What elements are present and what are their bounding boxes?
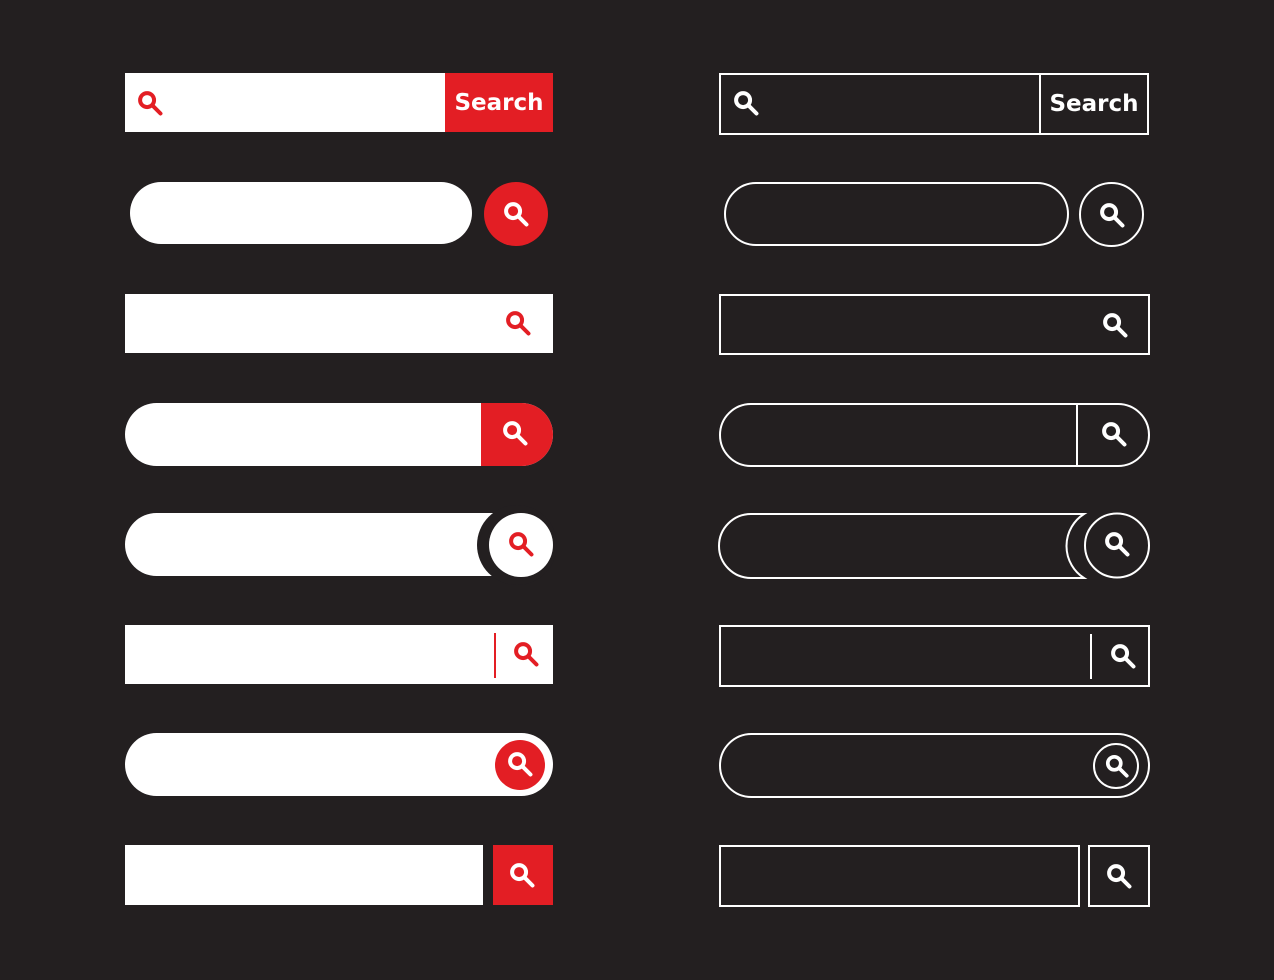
text-cursor-divider (494, 633, 496, 678)
search-input[interactable] (765, 75, 1035, 133)
search-button[interactable]: Search (1041, 75, 1147, 133)
search-bar-outline-6 (719, 625, 1150, 687)
search-bar-outline-4 (719, 403, 1150, 467)
search-bar-filled-7 (125, 733, 553, 796)
search-icon (136, 89, 164, 117)
search-input[interactable] (145, 733, 485, 796)
search-input[interactable] (721, 296, 1081, 353)
search-icon (1105, 862, 1133, 890)
search-icon (1098, 201, 1126, 229)
search-icon (1100, 420, 1128, 448)
search-input[interactable] (169, 73, 439, 132)
search-button[interactable] (484, 182, 548, 246)
search-bar-filled-8 (125, 845, 483, 905)
search-button[interactable] (1078, 405, 1148, 465)
search-bar-filled-3 (125, 294, 553, 353)
search-bar-outline-7 (719, 733, 1150, 798)
search-icon (506, 750, 534, 778)
search-input[interactable] (721, 847, 1078, 905)
search-input[interactable] (746, 184, 1046, 244)
search-bar-filled-1 (125, 73, 445, 132)
search-input[interactable] (740, 516, 1060, 576)
search-input[interactable] (150, 182, 450, 244)
search-input[interactable] (741, 405, 1061, 465)
search-button[interactable] (1079, 182, 1144, 247)
search-button[interactable]: Search (445, 73, 553, 132)
search-icon (732, 89, 760, 117)
search-icon[interactable] (512, 640, 540, 668)
search-icon (508, 861, 536, 889)
search-input[interactable] (721, 627, 1081, 685)
search-icon[interactable] (504, 309, 532, 337)
text-cursor-divider (1090, 634, 1092, 679)
search-button[interactable] (481, 403, 553, 466)
search-button[interactable] (1085, 513, 1149, 577)
search-bar-filled-5 (125, 513, 505, 576)
search-button[interactable] (489, 513, 553, 577)
search-input[interactable] (125, 845, 483, 905)
search-bar-filled-6 (125, 625, 553, 684)
search-bar-outline-8 (719, 845, 1080, 907)
search-bar-outline-3 (719, 294, 1150, 355)
search-button[interactable] (493, 845, 553, 905)
search-icon (1104, 753, 1130, 779)
search-icon[interactable] (1101, 311, 1129, 339)
search-icon (502, 200, 530, 228)
search-input[interactable] (145, 403, 465, 466)
search-icon (501, 419, 529, 447)
search-icon (507, 530, 535, 558)
search-input[interactable] (145, 513, 475, 576)
search-input[interactable] (741, 735, 1081, 796)
search-icon (1103, 530, 1131, 558)
search-bar-filled-2 (130, 182, 472, 244)
search-input[interactable] (125, 294, 485, 353)
search-button[interactable] (1093, 743, 1139, 789)
search-button[interactable] (1088, 845, 1150, 907)
search-bar-outline-1: Search (719, 73, 1149, 135)
search-button[interactable] (495, 740, 545, 790)
search-icon[interactable] (1109, 642, 1137, 670)
search-bar-filled-4 (125, 403, 553, 466)
search-input[interactable] (125, 625, 485, 684)
search-bar-outline-2 (724, 182, 1069, 246)
